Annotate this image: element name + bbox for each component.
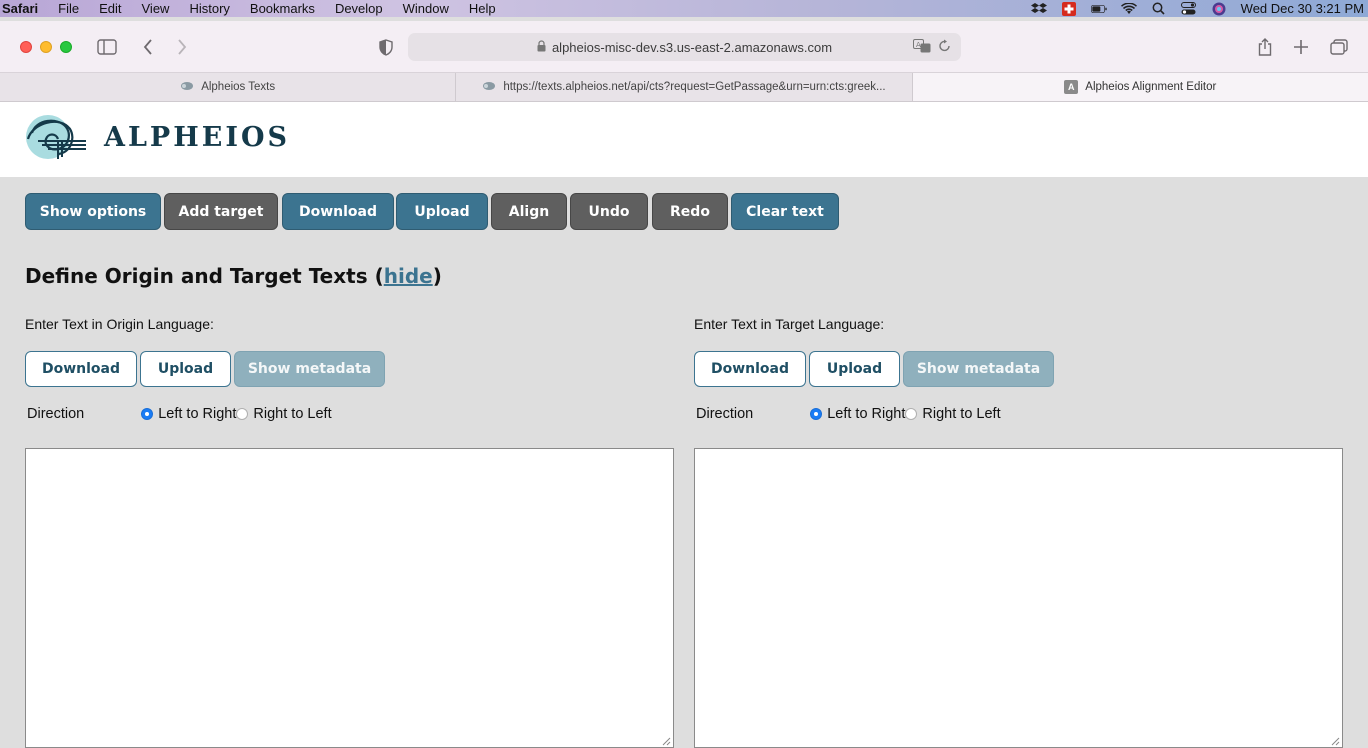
origin-upload-button[interactable]: Upload bbox=[140, 351, 231, 387]
svg-text:A: A bbox=[916, 41, 921, 49]
dropbox-icon[interactable] bbox=[1030, 2, 1047, 15]
target-ltr-option[interactable]: Left to Right bbox=[810, 406, 905, 422]
show-options-button[interactable]: Show options bbox=[25, 193, 161, 230]
menu-window[interactable]: Window bbox=[393, 0, 459, 17]
new-tab-icon[interactable] bbox=[1289, 35, 1313, 59]
section-title-text: Define Origin and Target Texts ( bbox=[25, 264, 384, 288]
battery-icon[interactable] bbox=[1090, 2, 1107, 15]
reload-icon[interactable] bbox=[939, 39, 951, 56]
tab-alignment-editor[interactable]: A Alpheios Alignment Editor bbox=[912, 73, 1368, 101]
add-target-button[interactable]: Add target bbox=[164, 193, 278, 230]
menu-safari[interactable]: Safari bbox=[0, 0, 48, 17]
zoom-window-button[interactable] bbox=[60, 41, 72, 53]
forward-icon[interactable] bbox=[170, 35, 194, 59]
download-button[interactable]: Download bbox=[282, 193, 394, 230]
menu-file[interactable]: File bbox=[48, 0, 89, 17]
target-upload-button[interactable]: Upload bbox=[809, 351, 900, 387]
section-title: Define Origin and Target Texts (hide) bbox=[25, 264, 442, 288]
undo-button[interactable]: Undo bbox=[570, 193, 648, 230]
swiss-cross-icon[interactable] bbox=[1061, 1, 1077, 16]
alpheios-logo-text: ALPHEIOS bbox=[104, 122, 290, 153]
letter-a-favicon-icon: A bbox=[1064, 80, 1079, 94]
close-window-button[interactable] bbox=[20, 41, 32, 53]
origin-direction-label: Direction bbox=[27, 406, 85, 422]
tab-alpheios-texts[interactable]: Alpheios Texts bbox=[0, 73, 457, 101]
menu-view[interactable]: View bbox=[132, 0, 180, 17]
wifi-icon[interactable] bbox=[1120, 2, 1137, 15]
target-ltr-radio[interactable] bbox=[810, 408, 823, 420]
tab-overview-icon[interactable] bbox=[1327, 35, 1351, 59]
alpheios-logo-icon[interactable] bbox=[24, 111, 86, 163]
origin-rtl-radio[interactable] bbox=[236, 408, 249, 420]
upload-button[interactable]: Upload bbox=[396, 193, 488, 230]
target-show-metadata-button[interactable]: Show metadata bbox=[903, 351, 1054, 387]
privacy-shield-icon[interactable] bbox=[374, 35, 398, 59]
menu-edit[interactable]: Edit bbox=[89, 0, 131, 17]
back-icon[interactable] bbox=[136, 35, 160, 59]
target-text-input[interactable] bbox=[694, 448, 1343, 748]
origin-show-metadata-button[interactable]: Show metadata bbox=[234, 351, 385, 387]
target-language-label: Enter Text in Target Language: bbox=[694, 316, 885, 332]
translate-icon[interactable]: A bbox=[913, 39, 931, 56]
target-direction-row: Direction Left to Right Right to Left bbox=[696, 406, 1001, 422]
tab-label: Alpheios Texts bbox=[201, 81, 276, 93]
macos-menu-bar: Safari File Edit View History Bookmarks … bbox=[0, 0, 1368, 17]
target-direction-label: Direction bbox=[696, 406, 754, 422]
menu-help[interactable]: Help bbox=[459, 0, 506, 17]
clear-text-button[interactable]: Clear text bbox=[731, 193, 839, 230]
tab-cts-api[interactable]: https://texts.alpheios.net/api/cts?reque… bbox=[456, 73, 913, 101]
menu-develop[interactable]: Develop bbox=[325, 0, 393, 17]
origin-ltr-radio[interactable] bbox=[141, 408, 154, 420]
origin-ltr-option[interactable]: Left to Right bbox=[141, 406, 236, 422]
hide-link[interactable]: hide bbox=[384, 264, 433, 288]
tab-label: https://texts.alpheios.net/api/cts?reque… bbox=[503, 81, 886, 93]
lock-icon bbox=[537, 39, 546, 55]
target-rtl-radio[interactable] bbox=[905, 408, 918, 420]
tab-label: Alpheios Alignment Editor bbox=[1085, 81, 1217, 93]
address-text: alpheios-misc-dev.s3.us-east-2.amazonaws… bbox=[551, 39, 833, 55]
target-download-button[interactable]: Download bbox=[694, 351, 806, 387]
sidebar-toggle-icon[interactable] bbox=[95, 35, 119, 59]
target-rtl-option[interactable]: Right to Left bbox=[905, 406, 1001, 422]
target-rtl-label: Right to Left bbox=[922, 406, 1001, 422]
control-center-icon[interactable] bbox=[1181, 2, 1197, 15]
origin-resize-grip-icon[interactable] bbox=[661, 736, 671, 746]
origin-download-button[interactable]: Download bbox=[25, 351, 137, 387]
siri-icon[interactable] bbox=[1211, 2, 1227, 15]
origin-direction-row: Direction Left to Right Right to Left bbox=[27, 406, 332, 422]
menu-bookmarks[interactable]: Bookmarks bbox=[240, 0, 325, 17]
redo-button[interactable]: Redo bbox=[652, 193, 728, 230]
origin-ltr-label: Left to Right bbox=[158, 406, 237, 422]
align-button[interactable]: Align bbox=[491, 193, 567, 230]
tab-bar: Alpheios Texts https://texts.alpheios.ne… bbox=[0, 73, 1368, 102]
minimize-window-button[interactable] bbox=[40, 41, 52, 53]
menu-history[interactable]: History bbox=[179, 0, 239, 17]
alpheios-favicon-icon bbox=[180, 81, 194, 94]
section-title-end: ) bbox=[432, 264, 442, 288]
origin-rtl-option[interactable]: Right to Left bbox=[236, 406, 332, 422]
origin-text-input[interactable] bbox=[25, 448, 674, 748]
spotlight-search-icon[interactable] bbox=[1151, 2, 1167, 15]
origin-language-label: Enter Text in Origin Language: bbox=[25, 316, 214, 332]
browser-toolbar: alpheios-misc-dev.s3.us-east-2.amazonaws… bbox=[0, 21, 1368, 73]
share-icon[interactable] bbox=[1253, 35, 1277, 59]
menubar-clock[interactable]: Wed Dec 30 3:21 PM bbox=[1241, 1, 1364, 16]
target-ltr-label: Left to Right bbox=[827, 406, 906, 422]
address-bar[interactable]: alpheios-misc-dev.s3.us-east-2.amazonaws… bbox=[408, 33, 961, 61]
origin-rtl-label: Right to Left bbox=[253, 406, 332, 422]
target-resize-grip-icon[interactable] bbox=[1330, 736, 1340, 746]
site-header: ALPHEIOS bbox=[0, 102, 1368, 177]
alpheios-favicon-icon bbox=[482, 81, 496, 94]
